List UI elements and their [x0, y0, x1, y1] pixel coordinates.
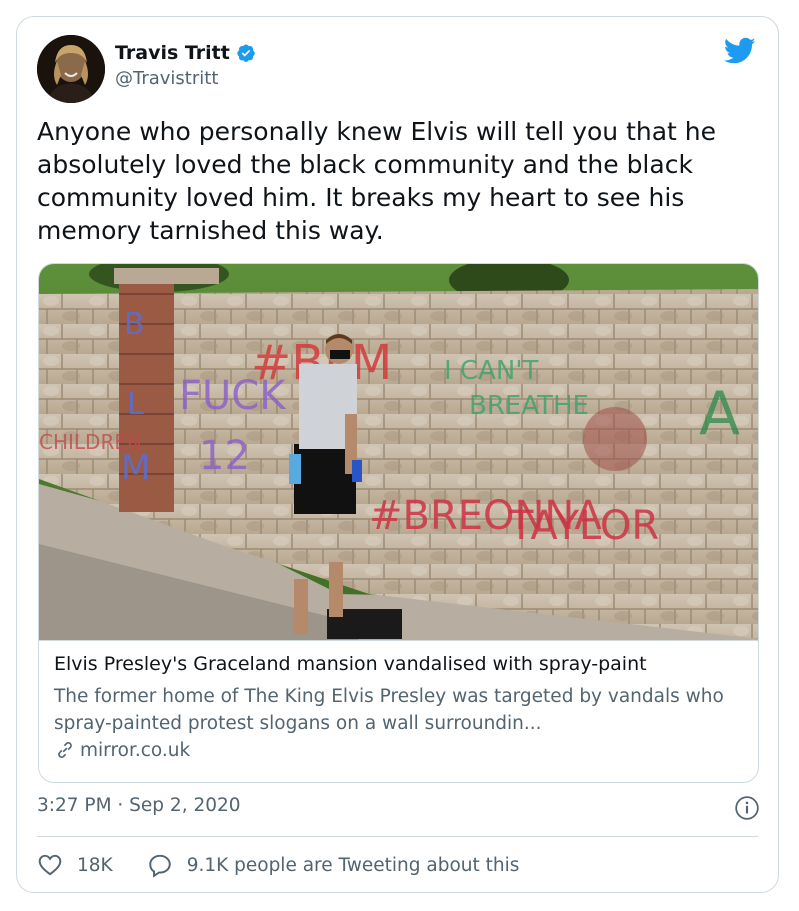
tweet-actions: 18K 9.1K people are Tweeting about this	[37, 852, 553, 878]
link-icon	[58, 742, 72, 758]
heart-icon	[38, 854, 62, 876]
article-photo: B L M FUCK 12 #BLM I CAN'T BREATHE #BREO…	[39, 264, 758, 640]
reply-button[interactable]: 9.1K people are Tweeting about this	[147, 852, 520, 878]
svg-text:BREATHE: BREATHE	[469, 391, 589, 421]
like-count: 18K	[77, 854, 113, 876]
link-description: The former home of The King Elvis Presle…	[54, 686, 724, 734]
tweet-card: Travis Tritt @Travistritt Anyone who per…	[16, 16, 779, 893]
link-preview-card[interactable]: B L M FUCK 12 #BLM I CAN'T BREATHE #BREO…	[38, 263, 759, 783]
tweeting-count: 9.1K people are Tweeting about this	[186, 854, 520, 876]
twitter-bird-icon[interactable]	[724, 37, 756, 65]
reply-bubble-icon	[148, 854, 171, 878]
svg-text:A: A	[699, 379, 740, 449]
link-domain-label: mirror.co.uk	[80, 739, 191, 761]
svg-text:12: 12	[199, 433, 250, 479]
svg-text:L: L	[127, 387, 144, 422]
tweet-text: Anyone who personally knew Elvis will te…	[37, 117, 717, 245]
tweet-timestamp[interactable]: 3:27 PM · Sep 2, 2020	[37, 795, 241, 816]
author-handle[interactable]: @Travistritt	[115, 68, 218, 89]
link-title[interactable]: Elvis Presley's Graceland mansion vandal…	[54, 653, 647, 675]
svg-text:M: M	[121, 448, 150, 488]
like-button[interactable]: 18K	[37, 852, 113, 878]
link-domain[interactable]: mirror.co.uk	[54, 739, 190, 761]
svg-text:I CAN'T: I CAN'T	[444, 356, 538, 386]
svg-text:B: B	[124, 307, 145, 342]
avatar[interactable]	[37, 35, 105, 103]
divider	[37, 836, 758, 837]
verified-badge-icon	[237, 44, 255, 62]
author-name[interactable]: Travis Tritt	[115, 42, 230, 64]
info-icon[interactable]	[734, 795, 760, 821]
svg-text:CHILDREN: CHILDREN	[39, 430, 142, 454]
svg-text:TAYLOR: TAYLOR	[508, 503, 659, 549]
